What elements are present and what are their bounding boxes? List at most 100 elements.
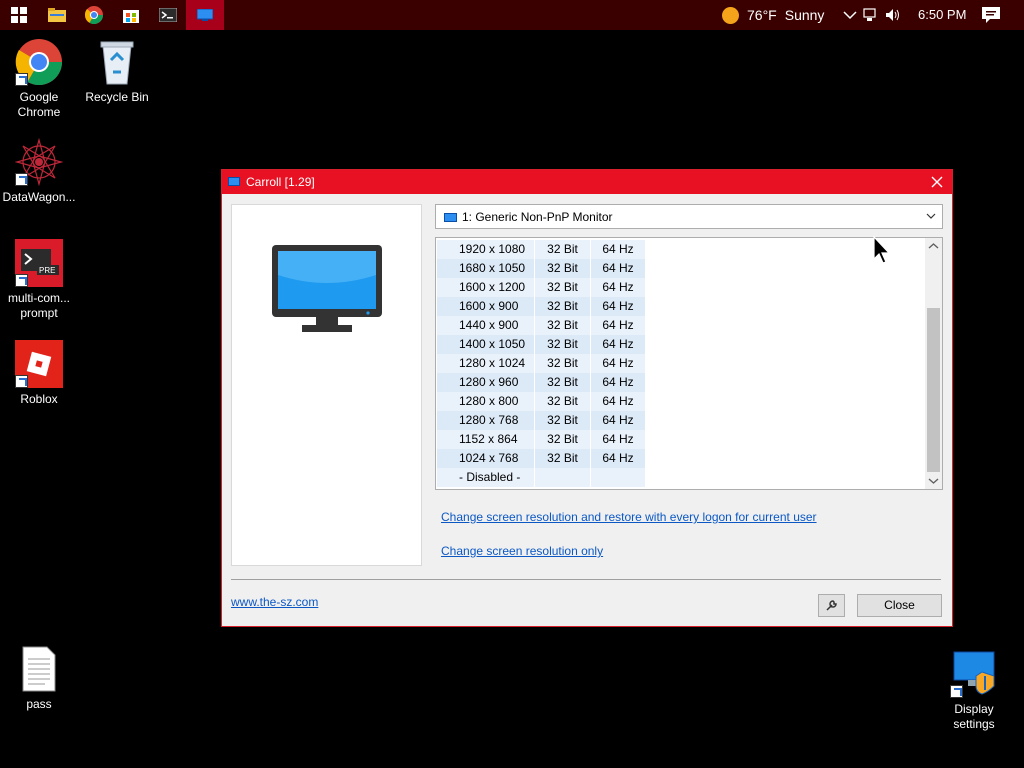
settings-button[interactable]	[818, 594, 845, 617]
desktop-icon-label: Recycle Bin	[85, 90, 149, 104]
resolution-row[interactable]: 1024 x 768 32 Bit 64 Hz	[437, 449, 645, 468]
scroll-up-icon[interactable]	[925, 238, 942, 255]
resolution-row[interactable]: 1280 x 800 32 Bit 64 Hz	[437, 392, 645, 411]
resolution-cell: 1280 x 800	[437, 392, 534, 411]
scrollbar[interactable]	[925, 238, 942, 489]
resolution-cell: 1920 x 1080	[437, 240, 534, 259]
bit-depth-cell: 32 Bit	[535, 354, 590, 373]
shortcut-arrow-icon	[15, 173, 28, 186]
bit-depth-cell: 32 Bit	[535, 392, 590, 411]
refresh-rate-cell	[591, 468, 645, 487]
resolution-row[interactable]: 1600 x 1200 32 Bit 64 Hz	[437, 278, 645, 297]
window-close-button[interactable]	[922, 170, 952, 194]
resolution-row[interactable]: 1280 x 768 32 Bit 64 Hz	[437, 411, 645, 430]
resolution-row[interactable]: 1440 x 900 32 Bit 64 Hz	[437, 316, 645, 335]
scrollbar-thumb[interactable]	[927, 308, 940, 472]
taskbar-chrome[interactable]	[75, 0, 113, 30]
taskbar-terminal[interactable]	[149, 0, 187, 30]
bit-depth-cell: 32 Bit	[535, 373, 590, 392]
resolution-cell: 1600 x 900	[437, 297, 534, 316]
resolution-row[interactable]: 1600 x 900 32 Bit 64 Hz	[437, 297, 645, 316]
close-icon	[931, 176, 943, 188]
resolution-row[interactable]: 1680 x 1050 32 Bit 64 Hz	[437, 259, 645, 278]
shortcut-arrow-icon	[15, 73, 28, 86]
bit-depth-cell: 32 Bit	[535, 411, 590, 430]
close-button[interactable]: Close	[857, 594, 942, 617]
chrome-icon	[15, 38, 63, 86]
desktop-icon-datawagon[interactable]: DataWagon...	[0, 137, 78, 205]
change-resolution-only-link[interactable]: Change screen resolution only	[441, 544, 603, 558]
resolution-row[interactable]: 1280 x 960 32 Bit 64 Hz	[437, 373, 645, 392]
system-tray	[843, 0, 901, 30]
resolution-row[interactable]: 1280 x 1024 32 Bit 64 Hz	[437, 354, 645, 373]
taskbar-file-explorer[interactable]	[38, 0, 76, 30]
taskbar-carroll[interactable]	[186, 0, 224, 30]
monitor-dropdown[interactable]: 1: Generic Non-PnP Monitor	[435, 204, 943, 229]
refresh-rate-cell: 64 Hz	[591, 411, 645, 430]
resolution-cell: 1600 x 1200	[437, 278, 534, 297]
refresh-rate-cell: 64 Hz	[591, 335, 645, 354]
resolution-cell: 1440 x 900	[437, 316, 534, 335]
network-icon[interactable]	[863, 8, 879, 22]
resolution-row[interactable]: 1920 x 1080 32 Bit 64 Hz	[437, 240, 645, 259]
resolution-list[interactable]: 1920 x 1080 32 Bit 64 Hz 1680 x 1050 32 Bit 6…	[435, 237, 943, 490]
bit-depth-cell	[535, 468, 590, 487]
scroll-down-icon[interactable]	[925, 472, 942, 489]
refresh-rate-cell: 64 Hz	[591, 240, 645, 259]
recycle-bin-icon	[93, 38, 141, 86]
desktop-icon-display-settings[interactable]: Display settings	[935, 650, 1013, 732]
desktop-icon-recycle-bin[interactable]: Recycle Bin	[78, 38, 156, 105]
refresh-rate-cell: 64 Hz	[591, 259, 645, 278]
weather-condition: Sunny	[784, 7, 825, 23]
bit-depth-cell: 32 Bit	[535, 449, 590, 468]
refresh-rate-cell: 64 Hz	[591, 354, 645, 373]
monitor-icon	[444, 213, 457, 222]
chevron-up-icon[interactable]	[843, 10, 857, 20]
refresh-rate-cell: 64 Hz	[591, 430, 645, 449]
desktop-icon-multi-command-prompt[interactable]: PRE multi-com... prompt	[0, 239, 78, 321]
resolution-row[interactable]: 1400 x 1050 32 Bit 64 Hz	[437, 335, 645, 354]
window-titlebar[interactable]: Carroll [1.29]	[222, 170, 952, 194]
resolution-cell: 1680 x 1050	[437, 259, 534, 278]
bit-depth-cell: 32 Bit	[535, 259, 590, 278]
bit-depth-cell: 32 Bit	[535, 335, 590, 354]
window-title: Carroll [1.29]	[246, 175, 315, 189]
weather-widget[interactable]: 76°F Sunny	[722, 0, 824, 30]
refresh-rate-cell: 64 Hz	[591, 373, 645, 392]
resolution-cell: 1280 x 1024	[437, 354, 534, 373]
refresh-rate-cell: 64 Hz	[591, 297, 645, 316]
wrench-icon	[826, 600, 837, 611]
notification-icon[interactable]	[980, 5, 1002, 25]
resolution-row[interactable]: - Disabled -	[437, 468, 645, 487]
datawagon-icon	[14, 137, 64, 187]
folder-icon	[48, 8, 66, 22]
resolution-row[interactable]: 1152 x 864 32 Bit 64 Hz	[437, 430, 645, 449]
change-resolution-restore-link[interactable]: Change screen resolution and restore wit…	[441, 510, 817, 524]
bit-depth-cell: 32 Bit	[535, 316, 590, 335]
monitor-preview-panel	[231, 204, 422, 566]
taskbar-store[interactable]	[112, 0, 150, 30]
display-settings-icon	[950, 650, 998, 698]
desktop-icon-label: multi-com... prompt	[7, 291, 70, 320]
website-link[interactable]: www.the-sz.com	[231, 595, 318, 609]
sun-icon	[722, 6, 739, 24]
svg-text:PRE: PRE	[39, 266, 55, 275]
clock[interactable]: 6:50 PM	[918, 0, 966, 30]
desktop-icon-chrome[interactable]: Google Chrome	[0, 38, 78, 120]
volume-icon[interactable]	[885, 8, 901, 22]
resolution-cell: - Disabled -	[437, 468, 534, 487]
resolution-cell: 1152 x 864	[437, 430, 534, 449]
terminal-icon	[159, 8, 177, 22]
bit-depth-cell: 32 Bit	[535, 278, 590, 297]
desktop-icon-roblox[interactable]: Roblox	[0, 340, 78, 407]
divider	[231, 579, 941, 580]
desktop-icon-label: pass	[26, 697, 52, 711]
windows-icon	[11, 7, 27, 23]
desktop-icon-pass[interactable]: pass	[0, 645, 78, 712]
roblox-icon	[15, 340, 63, 388]
start-button[interactable]	[0, 0, 38, 30]
text-file-icon	[15, 645, 63, 693]
bit-depth-cell: 32 Bit	[535, 240, 590, 259]
resolution-cell: 1280 x 768	[437, 411, 534, 430]
resolution-cell: 1400 x 1050	[437, 335, 534, 354]
